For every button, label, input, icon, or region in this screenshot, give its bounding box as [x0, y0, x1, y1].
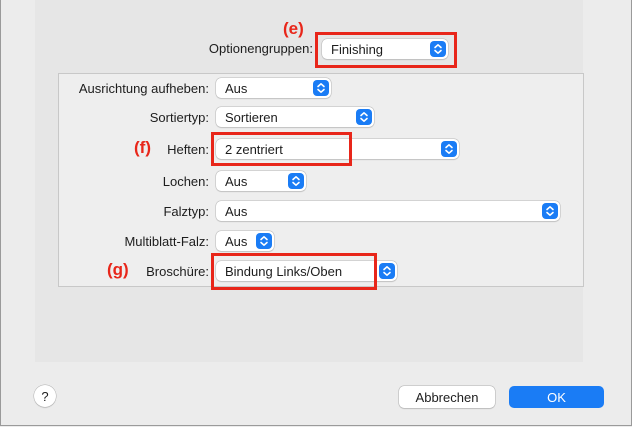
- popup-multiblatt-falz[interactable]: Aus: [216, 231, 274, 251]
- up-down-chevron-icon: [313, 80, 329, 96]
- highlight-option-groups: [315, 32, 457, 68]
- cancel-button[interactable]: Abbrechen: [399, 386, 495, 408]
- popup-sortiertyp[interactable]: Sortieren: [216, 107, 374, 127]
- help-button[interactable]: ?: [34, 385, 56, 407]
- popup-multiblatt-falz-value: Aus: [225, 233, 248, 249]
- label-lochen: Lochen:: [162, 174, 209, 189]
- label-multiblatt-falz: Multiblatt-Falz:: [124, 234, 209, 249]
- highlight-heften: [211, 132, 352, 166]
- annotation-e: (e): [283, 19, 304, 38]
- up-down-chevron-icon: [441, 141, 457, 157]
- popup-sortiertyp-value: Sortieren: [225, 109, 278, 125]
- popup-lochen-value: Aus: [225, 173, 248, 189]
- popup-ausrichtung[interactable]: Aus: [216, 78, 331, 98]
- popup-falztyp[interactable]: Aus: [216, 201, 560, 221]
- print-dialog: (e) Optionengruppen: Finishing Ausrichtu…: [0, 0, 632, 426]
- popup-ausrichtung-value: Aus: [225, 80, 248, 96]
- popup-falztyp-value: Aus: [225, 203, 248, 219]
- label-sortiertyp: Sortiertyp:: [149, 110, 209, 125]
- annotation-f: (f): [134, 138, 151, 157]
- up-down-chevron-icon: [288, 173, 304, 189]
- annotation-g: (g): [107, 260, 129, 279]
- ok-button[interactable]: OK: [509, 386, 604, 408]
- label-falztyp: Falztyp:: [163, 204, 209, 219]
- option-groups-label: Optionengruppen:: [208, 41, 313, 56]
- up-down-chevron-icon: [356, 109, 372, 125]
- label-broschuere: Broschüre:: [146, 264, 209, 279]
- label-heften: Heften:: [167, 142, 209, 157]
- popup-lochen[interactable]: Aus: [216, 171, 306, 191]
- up-down-chevron-icon: [542, 203, 558, 219]
- up-down-chevron-icon: [256, 233, 272, 249]
- up-down-chevron-icon: [379, 263, 395, 279]
- highlight-broschuere: [211, 253, 377, 290]
- label-ausrichtung: Ausrichtung aufheben:: [78, 81, 209, 96]
